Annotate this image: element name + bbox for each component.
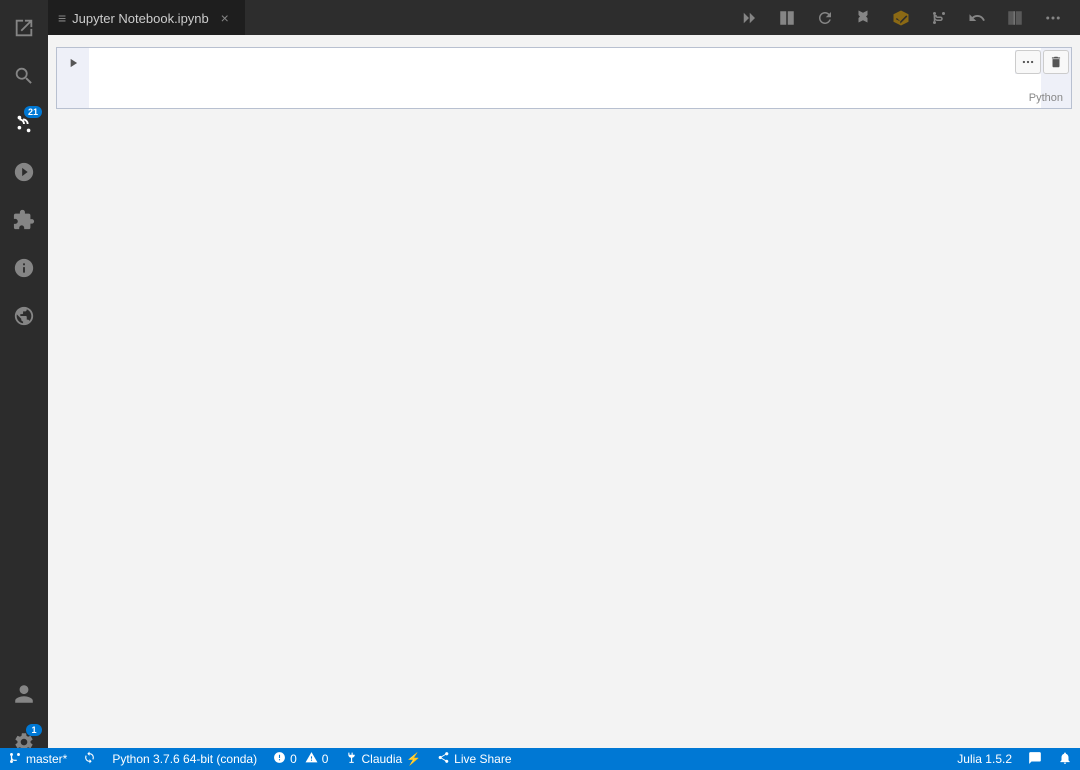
status-errors[interactable]: 0 0	[265, 751, 336, 767]
sidebar-item-run-debug[interactable]	[0, 148, 48, 196]
notebook-toolbar	[722, 0, 1080, 35]
bell-icon	[1058, 751, 1072, 768]
liveshare-icon	[437, 751, 450, 767]
sidebar-item-source-control[interactable]: 21	[0, 100, 48, 148]
status-bar: master* Python 3.7.6 64-bit (conda) 0	[0, 748, 1080, 770]
status-right: Julia 1.5.2	[949, 751, 1080, 768]
status-liveshare[interactable]: Live Share	[429, 751, 519, 767]
warnings-count: 0	[322, 752, 329, 766]
sidebar-item-account[interactable]	[0, 670, 48, 718]
status-left: master* Python 3.7.6 64-bit (conda) 0	[0, 751, 520, 768]
notebook-area: [ ] Python	[48, 35, 1080, 748]
source-control-badge: 21	[24, 106, 42, 118]
status-python[interactable]: Python 3.7.6 64-bit (conda)	[104, 752, 265, 766]
status-user[interactable]: Claudia ⚡	[336, 751, 429, 767]
liveshare-label: Live Share	[454, 752, 511, 766]
split-editor-button[interactable]	[1000, 4, 1030, 32]
cell-more-button[interactable]	[1015, 50, 1041, 74]
cell-delete-button[interactable]	[1043, 50, 1069, 74]
sidebar-item-explorer[interactable]	[0, 4, 48, 52]
cell-language-label: Python	[1029, 92, 1063, 104]
user-name: Claudia	[361, 752, 402, 766]
branch-button[interactable]	[924, 4, 954, 32]
status-feedback[interactable]	[1020, 751, 1050, 768]
kernel-label: Julia 1.5.2	[957, 752, 1012, 766]
settings-badge: 1	[26, 724, 42, 736]
interrupt-button[interactable]	[772, 4, 802, 32]
feedback-icon	[1028, 751, 1042, 768]
variables-button[interactable]	[848, 4, 878, 32]
tab-title: Jupyter Notebook.ipynb	[72, 11, 209, 26]
tab-jupyter-notebook[interactable]: ≡ Jupyter Notebook.ipynb ×	[48, 0, 245, 35]
status-notifications[interactable]	[1050, 751, 1080, 768]
status-sync[interactable]	[75, 751, 104, 767]
run-all-button[interactable]	[734, 4, 764, 32]
warnings-icon	[305, 751, 318, 767]
user-suffix: ⚡	[406, 752, 421, 766]
notebook-cell[interactable]: [ ] Python	[56, 47, 1072, 109]
undo-button[interactable]	[962, 4, 992, 32]
branch-icon	[8, 751, 22, 768]
plug-icon	[344, 751, 357, 767]
restart-button[interactable]	[810, 4, 840, 32]
errors-icon	[273, 751, 286, 767]
errors-count: 0	[290, 752, 297, 766]
tab-close-button[interactable]: ×	[215, 8, 235, 28]
cell-toolbar	[1015, 50, 1069, 74]
more-actions-button[interactable]	[1038, 4, 1068, 32]
tab-bar: ≡ Jupyter Notebook.ipynb ×	[48, 0, 1080, 35]
sidebar-item-timeline[interactable]	[0, 244, 48, 292]
status-branch[interactable]: master*	[0, 751, 75, 768]
cell-run-button[interactable]	[57, 48, 89, 70]
source-button[interactable]	[886, 4, 916, 32]
branch-name: master*	[26, 752, 67, 766]
sidebar-item-search[interactable]	[0, 52, 48, 100]
sidebar-item-remote-explorer[interactable]	[0, 292, 48, 340]
tab-file-icon: ≡	[58, 10, 66, 26]
python-label: Python 3.7.6 64-bit (conda)	[112, 752, 257, 766]
sidebar-item-extensions[interactable]	[0, 196, 48, 244]
sync-icon	[83, 751, 96, 767]
cell-container: [ ] Python	[48, 43, 1080, 113]
main-content: [ ] Python	[48, 35, 1080, 748]
status-kernel[interactable]: Julia 1.5.2	[949, 752, 1020, 766]
cell-editor[interactable]	[89, 48, 1041, 108]
activity-bar: 21 1	[0, 0, 48, 770]
